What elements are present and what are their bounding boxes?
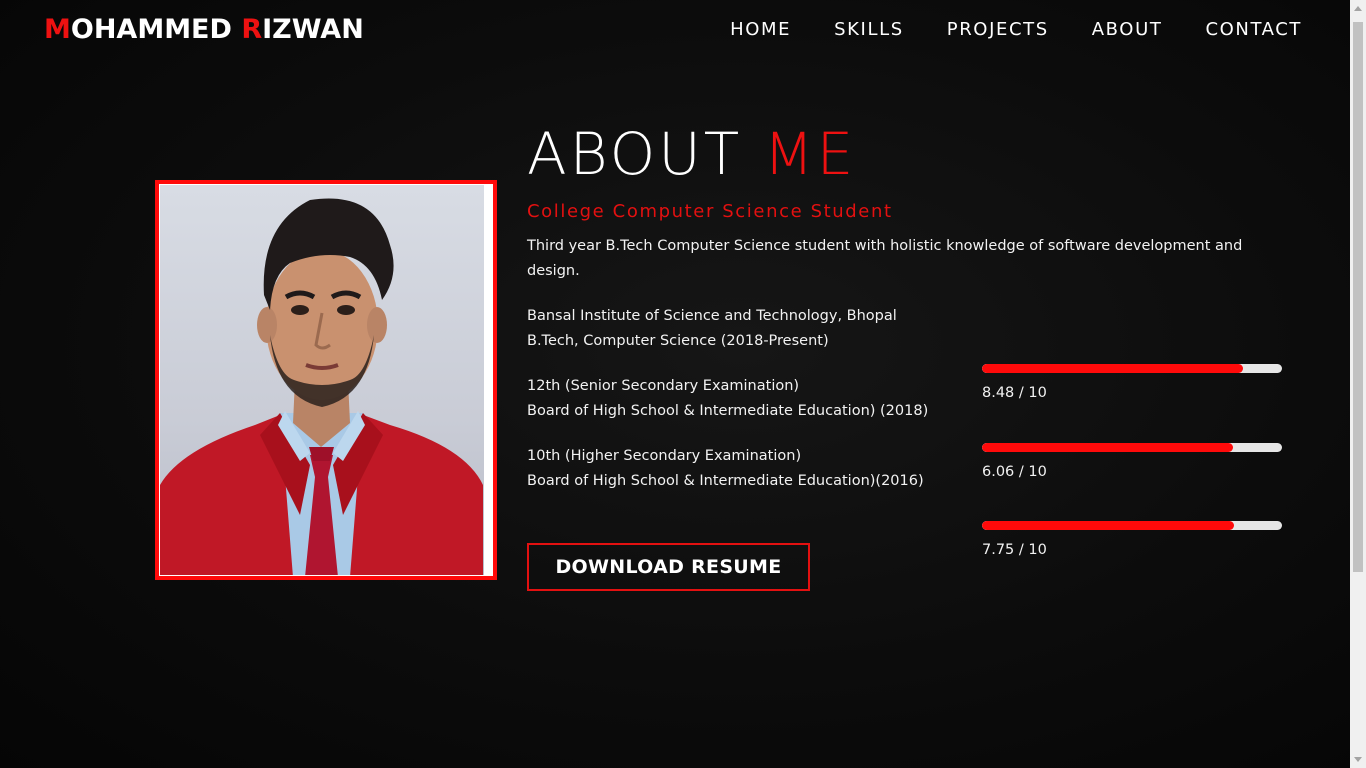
nav-contact[interactable]: CONTACT <box>1205 19 1302 40</box>
education-college: Bansal Institute of Science and Technolo… <box>527 304 967 354</box>
page: MOHAMMED RIZWAN HOME SKILLS PROJECTS ABO… <box>0 0 1350 768</box>
about-title-accent: ME <box>763 120 857 188</box>
about-title: ABOUT ME <box>527 120 856 188</box>
scroll-down-arrow-icon[interactable] <box>1354 757 1362 762</box>
about-intro: Third year B.Tech Computer Science stude… <box>527 238 1243 279</box>
score-10th-label: 7.75 / 10 <box>982 542 1047 558</box>
score-10th: 7.75 / 10 <box>982 521 1282 558</box>
about-subtitle: College Computer Science Student <box>527 201 893 222</box>
education-12th-board: Board of High School & Intermediate Educ… <box>527 403 929 419</box>
nav-home[interactable]: HOME <box>730 19 791 40</box>
education-10th-board: Board of High School & Intermediate Educ… <box>527 473 924 489</box>
nav-about[interactable]: ABOUT <box>1092 19 1163 40</box>
score-10th-fill <box>982 521 1234 530</box>
education-10th-title: 10th (Higher Secondary Examination) <box>527 448 802 464</box>
score-college: 8.48 / 10 <box>982 364 1282 401</box>
nav-projects[interactable]: PROJECTS <box>947 19 1049 40</box>
education-college-institute: Bansal Institute of Science and Technolo… <box>527 308 897 324</box>
profile-photo <box>160 185 484 575</box>
profile-photo-frame <box>155 180 497 580</box>
education-12th-title: 12th (Senior Secondary Examination) <box>527 378 800 394</box>
education-12th: 12th (Senior Secondary Examination) Boar… <box>527 374 967 424</box>
score-college-track <box>982 364 1282 373</box>
score-10th-track <box>982 521 1282 530</box>
logo-first-name: OHAMMED <box>70 14 242 45</box>
score-college-fill <box>982 364 1243 373</box>
scroll-up-arrow-icon[interactable] <box>1354 6 1362 11</box>
score-college-label: 8.48 / 10 <box>982 385 1047 401</box>
logo-last-name: IZWAN <box>262 14 364 45</box>
logo-initial-r: R <box>241 14 263 45</box>
about-title-main: ABOUT <box>527 120 764 188</box>
nav-skills[interactable]: SKILLS <box>834 19 904 40</box>
portrait-illustration <box>160 198 483 575</box>
site-logo[interactable]: MOHAMMED RIZWAN <box>44 14 364 45</box>
score-12th: 6.06 / 10 <box>982 443 1282 480</box>
download-resume-button[interactable]: DOWNLOAD RESUME <box>527 543 810 591</box>
education-10th: 10th (Higher Secondary Examination) Boar… <box>527 444 967 494</box>
score-12th-label: 6.06 / 10 <box>982 464 1047 480</box>
main-nav: HOME SKILLS PROJECTS ABOUT CONTACT <box>730 19 1302 40</box>
page-scrollbar[interactable] <box>1350 0 1366 768</box>
education-college-degree: B.Tech, Computer Science (2018-Present) <box>527 333 829 349</box>
logo-initial-m: M <box>44 14 71 45</box>
score-12th-fill <box>982 443 1233 452</box>
score-12th-track <box>982 443 1282 452</box>
scrollbar-thumb[interactable] <box>1353 22 1363 572</box>
